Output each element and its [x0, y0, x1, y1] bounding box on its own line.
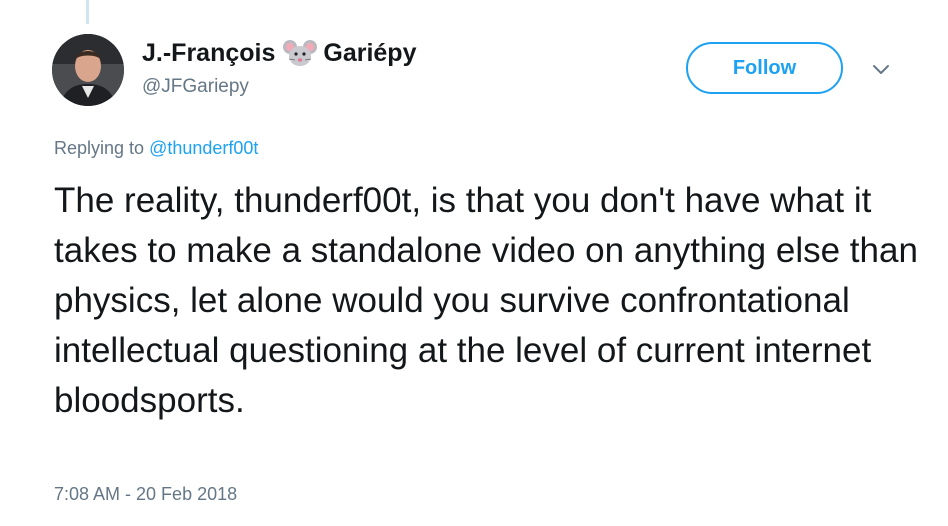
- author-handle[interactable]: @JFGariepy: [142, 76, 249, 98]
- author-first-name: J.-François: [142, 38, 276, 67]
- author-last-name: Gariépy: [323, 38, 417, 67]
- avatar[interactable]: [52, 34, 124, 106]
- chevron-down-icon[interactable]: [870, 58, 892, 80]
- tweet-timestamp[interactable]: 7:08 AM - 20 Feb 2018: [54, 484, 237, 505]
- tweet-text: The reality, thunderf00t, is that you do…: [54, 181, 918, 420]
- replying-to-prefix: Replying to: [54, 138, 150, 158]
- mouse-face-icon: [283, 38, 318, 68]
- replying-to-line: Replying to @thunderf00t: [54, 138, 258, 159]
- author-display-name[interactable]: J.-François Gariépy: [142, 38, 416, 68]
- reply-target-link[interactable]: @thunderf00t: [149, 138, 258, 158]
- follow-button[interactable]: Follow: [686, 42, 843, 94]
- thread-connector-line: [86, 0, 89, 24]
- avatar-photo: [52, 34, 124, 106]
